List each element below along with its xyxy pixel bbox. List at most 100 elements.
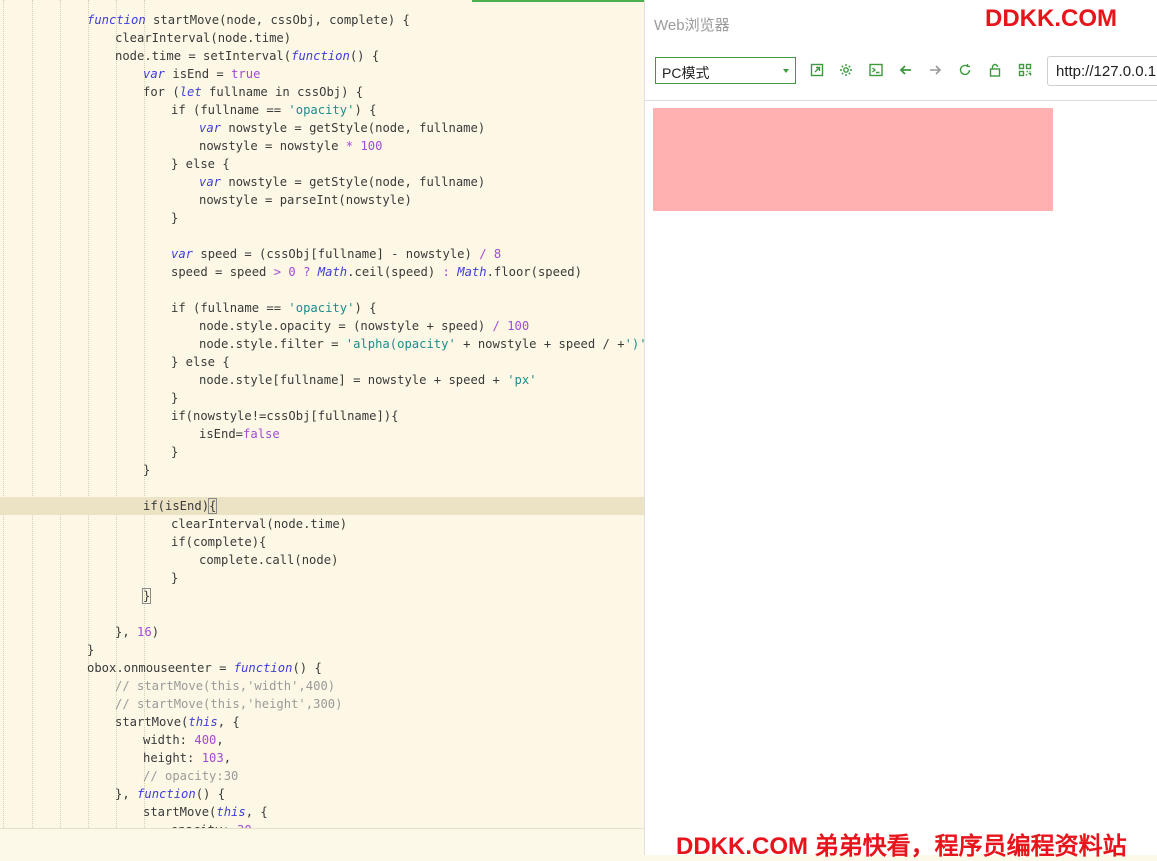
code-line[interactable]: speed = speed > 0 ? Math.ceil(speed) : M… (0, 263, 644, 281)
code-token: { (207, 498, 218, 514)
code-line[interactable] (0, 227, 644, 245)
code-line[interactable]: isEnd=false (0, 425, 644, 443)
code-editor[interactable]: function startMove(node, cssObj, complet… (0, 0, 644, 828)
code-token: () { (349, 49, 380, 63)
code-line[interactable]: var isEnd = true (0, 65, 644, 83)
code-token: // startMove(this,'height',300) (115, 697, 343, 711)
code-line-current[interactable]: if(isEnd){ (0, 497, 644, 515)
code-token: Math (457, 265, 487, 279)
code-token: }, (115, 787, 138, 801)
code-token: } (143, 463, 151, 477)
code-line[interactable]: width: 400, (0, 731, 644, 749)
code-line[interactable]: } (0, 389, 644, 407)
code-line[interactable]: } else { (0, 155, 644, 173)
code-token: if(nowstyle!=cssObj[fullname]){ (171, 409, 399, 423)
code-line[interactable]: } (0, 641, 644, 659)
code-line[interactable]: nowstyle = nowstyle * 100 (0, 137, 644, 155)
qrcode-icon[interactable] (1017, 62, 1033, 78)
code-line[interactable]: function startMove(node, cssObj, complet… (0, 11, 644, 29)
code-line[interactable]: }, 16) (0, 623, 644, 641)
code-line[interactable]: // startMove(this,'width',400) (0, 677, 644, 695)
code-line[interactable]: node.style[fullname] = nowstyle + speed … (0, 371, 644, 389)
open-external-icon[interactable] (809, 62, 825, 78)
gear-icon[interactable] (838, 62, 854, 78)
code-token: clearInterval(node.time) (171, 517, 348, 531)
code-token: () { (195, 787, 226, 801)
code-token: } (141, 588, 152, 604)
code-token: nowstyle = getStyle(node, fullname) (221, 121, 486, 135)
code-line[interactable]: } (0, 587, 644, 605)
code-token: var (143, 67, 166, 81)
animated-box[interactable] (653, 108, 1053, 211)
code-line[interactable] (0, 281, 644, 299)
refresh-icon[interactable] (957, 62, 973, 78)
code-token: node.style.filter = (199, 337, 346, 351)
code-line[interactable]: complete.call(node) (0, 551, 644, 569)
code-line[interactable]: height: 103, (0, 749, 644, 767)
code-token: speed = (cssObj[fullname] - nowstyle) (193, 247, 480, 261)
code-line[interactable]: node.style.opacity = (nowstyle + speed) … (0, 317, 644, 335)
code-line[interactable]: startMove(this, { (0, 713, 644, 731)
code-line[interactable]: } (0, 569, 644, 587)
code-line[interactable]: // startMove(this,'height',300) (0, 695, 644, 713)
code-line[interactable]: } else { (0, 353, 644, 371)
arrow-left-icon[interactable] (898, 62, 914, 78)
code-token: , { (217, 715, 240, 729)
code-token: if(complete){ (171, 535, 267, 549)
editor-tab-indicator (472, 0, 644, 2)
code-line[interactable]: if(nowstyle!=cssObj[fullname]){ (0, 407, 644, 425)
lock-icon[interactable] (987, 62, 1003, 78)
arrow-right-icon[interactable] (927, 62, 943, 78)
code-line[interactable]: } (0, 461, 644, 479)
code-line[interactable]: var nowstyle = getStyle(node, fullname) (0, 173, 644, 191)
code-token: ')' (624, 337, 644, 351)
code-line[interactable]: // opacity:30 (0, 767, 644, 785)
code-line[interactable]: } (0, 443, 644, 461)
code-token: } (171, 211, 179, 225)
code-line[interactable]: var speed = (cssObj[fullname] - nowstyle… (0, 245, 644, 263)
code-line[interactable]: var nowstyle = getStyle(node, fullname) (0, 119, 644, 137)
code-line[interactable]: if (fullname == 'opacity') { (0, 299, 644, 317)
code-token: true (231, 67, 261, 81)
code-token: obox.onmouseenter = (87, 661, 234, 675)
code-token: .floor(speed) (486, 265, 582, 279)
mode-select[interactable]: PC模式 (655, 57, 796, 84)
code-token: 0 (288, 265, 296, 279)
code-token: startMove(node, cssObj, complete) { (145, 13, 410, 27)
code-line[interactable]: node.style.filter = 'alpha(opacity' + no… (0, 335, 644, 353)
url-bar[interactable]: http://127.0.0.1 (1047, 56, 1157, 86)
code-line[interactable]: node.time = setInterval(function() { (0, 47, 644, 65)
code-token: 16 (137, 625, 152, 639)
terminal-icon[interactable] (868, 62, 884, 78)
code-line[interactable]: startMove(this, { (0, 803, 644, 821)
code-line[interactable]: for (let fullname in cssObj) { (0, 83, 644, 101)
code-token: ) { (354, 103, 377, 117)
code-token: Math (317, 265, 348, 279)
code-line[interactable]: }, function() { (0, 785, 644, 803)
code-line[interactable]: if (fullname == 'opacity') { (0, 101, 644, 119)
code-line[interactable]: obox.onmouseenter = function() { (0, 659, 644, 677)
code-line[interactable]: if(complete){ (0, 533, 644, 551)
code-token: : (442, 265, 450, 279)
code-token: this (188, 715, 218, 729)
code-token: > (273, 265, 282, 279)
code-token: nowstyle = nowstyle (199, 139, 346, 153)
code-line[interactable]: clearInterval(node.time) (0, 515, 644, 533)
code-line[interactable]: clearInterval(node.time) (0, 29, 644, 47)
code-token: nowstyle = parseInt(nowstyle) (199, 193, 412, 207)
code-token: }, (115, 625, 138, 639)
code-line[interactable]: } (0, 209, 644, 227)
code-token: , (223, 751, 232, 765)
code-token: / (492, 319, 500, 333)
mode-select-value: PC模式 (662, 65, 710, 81)
browser-title: Web浏览器 (654, 17, 730, 34)
code-token: isEnd = (165, 67, 232, 81)
code-line[interactable] (0, 479, 644, 497)
code-line[interactable]: opacity: 30 (0, 821, 644, 828)
code-line[interactable]: nowstyle = parseInt(nowstyle) (0, 191, 644, 209)
code-line[interactable] (0, 605, 644, 623)
code-token: 8 (493, 247, 502, 261)
